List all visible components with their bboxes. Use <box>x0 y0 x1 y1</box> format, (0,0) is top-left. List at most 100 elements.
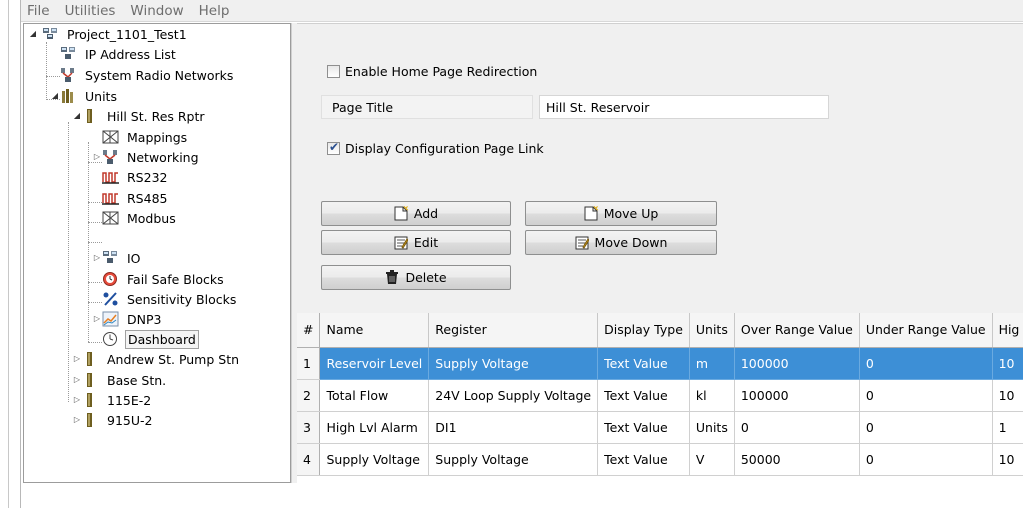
row-number-cell[interactable]: 4 <box>297 443 321 476</box>
expand-toggle-icon[interactable]: ▷ <box>72 375 82 385</box>
row-number-cell[interactable]: 2 <box>297 379 321 412</box>
column-header[interactable]: Register <box>428 313 599 348</box>
expand-toggle-icon[interactable]: ▷ <box>92 152 102 162</box>
tree-item-dnp3[interactable]: DNP3 <box>102 309 163 329</box>
table-cell[interactable]: 0 <box>859 443 993 476</box>
trash-icon <box>385 270 399 285</box>
table-cell[interactable]: kl <box>689 379 735 412</box>
table-cell[interactable]: 1 <box>992 411 1023 444</box>
page-title-input[interactable] <box>539 95 829 119</box>
expand-toggle-icon[interactable]: ◢ <box>28 29 38 39</box>
table-cell[interactable]: 0 <box>859 379 993 412</box>
unit-icon <box>82 108 100 124</box>
expand-toggle-icon[interactable]: ▷ <box>72 354 82 364</box>
menu-window[interactable]: Window <box>130 3 183 19</box>
tree-item-io[interactable]: IO <box>102 248 143 268</box>
delete-button[interactable]: Delete <box>321 265 511 290</box>
tree-item-project[interactable]: Project_1101_Test1 <box>42 24 189 44</box>
table-cell[interactable]: Reservoir Level <box>319 347 430 380</box>
tree-item-hill-st-res-rptr[interactable]: Hill St. Res Rptr <box>82 106 207 126</box>
table-cell[interactable]: 50000 <box>734 443 860 476</box>
serial-port-icon <box>102 169 120 185</box>
table-cell[interactable]: Text Value <box>597 379 690 412</box>
column-header[interactable]: Hig <box>992 313 1023 348</box>
tree-item-andrew-st-pump-stn[interactable]: Andrew St. Pump Stn <box>82 349 241 369</box>
table-cell[interactable]: V <box>689 443 735 476</box>
table-row[interactable]: 3 High Lvl Alarm DI1 Text Value Units 0 … <box>297 411 1023 444</box>
tree-item-units[interactable]: Units <box>60 86 119 106</box>
tree-item-dashboard[interactable]: Dashboard <box>102 329 199 349</box>
tree-item-rs485[interactable]: RS485 <box>102 188 169 208</box>
table-cell[interactable]: High Lvl Alarm <box>319 411 430 444</box>
row-number-cell[interactable]: 1 <box>297 347 321 380</box>
tree-item-label: Base Stn. <box>107 372 167 388</box>
table-cell[interactable]: 10 <box>992 347 1023 380</box>
column-header[interactable]: Units <box>689 313 735 348</box>
table-row[interactable]: 1 Reservoir Level Supply Voltage Text Va… <box>297 347 1023 380</box>
column-header[interactable]: Name <box>319 313 430 348</box>
table-cell[interactable]: Supply Voltage <box>428 347 599 380</box>
tree-item-label: Project_1101_Test1 <box>67 26 187 42</box>
table-cell[interactable]: 0 <box>859 411 993 444</box>
fail-safe-icon <box>102 271 120 287</box>
column-header[interactable]: Under Range Value <box>859 313 993 348</box>
table-cell[interactable]: Text Value <box>597 443 690 476</box>
tree-item-networking[interactable]: Networking <box>102 147 201 167</box>
tree-item-label: Dashboard <box>125 329 199 349</box>
table-row[interactable]: 2 Total Flow 24V Loop Supply Voltage Tex… <box>297 379 1023 412</box>
tree-item-base-stn[interactable]: Base Stn. <box>82 370 168 390</box>
table-cell[interactable]: 24V Loop Supply Voltage <box>428 379 599 412</box>
tree-item-fail-safe-blocks[interactable]: Fail Safe Blocks <box>102 269 226 289</box>
table-cell[interactable]: m <box>689 347 735 380</box>
table-cell[interactable]: Units <box>689 411 735 444</box>
menu-file[interactable]: File <box>27 3 50 19</box>
table-cell[interactable]: 0 <box>859 347 993 380</box>
table-cell[interactable]: 0 <box>734 411 860 444</box>
menu-help[interactable]: Help <box>199 3 230 19</box>
expand-toggle-icon[interactable]: ▷ <box>72 415 82 425</box>
table-cell[interactable]: 10 <box>992 379 1023 412</box>
tree-item-915u-2[interactable]: 915U-2 <box>82 410 154 430</box>
table-cell[interactable]: Total Flow <box>319 379 430 412</box>
expand-toggle-icon[interactable]: ▷ <box>92 253 102 263</box>
tree-item-label: Sensitivity Blocks <box>127 291 237 307</box>
column-header[interactable]: Display Type <box>597 313 690 348</box>
checkbox-box[interactable] <box>327 65 340 78</box>
display-configuration-page-link-checkbox[interactable]: Display Configuration Page Link <box>327 140 544 156</box>
tree-item-ip-address-list[interactable]: IP Address List <box>60 44 178 64</box>
row-number-cell[interactable]: 3 <box>297 411 321 444</box>
dashboard-items-grid[interactable]: # Name Register Display Type Units Over … <box>297 313 1023 484</box>
edit-button[interactable]: Edit <box>321 230 511 255</box>
project-tree[interactable]: ◢ Project_1101_Test1 IP Address List Sys… <box>23 23 291 483</box>
tree-item-rs232[interactable]: RS232 <box>102 167 169 187</box>
move-down-button[interactable]: Move Down <box>525 230 717 255</box>
table-cell[interactable]: Supply Voltage <box>428 443 599 476</box>
dnp3-icon <box>102 311 120 327</box>
column-header[interactable]: # <box>297 313 321 348</box>
table-cell[interactable]: 100000 <box>734 379 860 412</box>
table-cell[interactable]: Text Value <box>597 411 690 444</box>
expand-toggle-icon[interactable]: ▷ <box>72 395 82 405</box>
table-cell[interactable]: 100000 <box>734 347 860 380</box>
page-title-label: Page Title <box>321 95 533 119</box>
expand-toggle-icon[interactable]: ◢ <box>50 91 60 101</box>
checkbox-box[interactable] <box>327 140 340 155</box>
table-cell[interactable]: Text Value <box>597 347 690 380</box>
table-cell[interactable]: 10 <box>992 443 1023 476</box>
tree-item-115e-2[interactable]: 115E-2 <box>82 390 153 410</box>
add-button[interactable]: Add <box>321 201 511 226</box>
menu-utilities[interactable]: Utilities <box>65 3 116 19</box>
table-cell[interactable]: DI1 <box>428 411 599 444</box>
move-up-button[interactable]: Move Up <box>525 201 717 226</box>
table-cell[interactable]: Supply Voltage <box>319 443 430 476</box>
expand-toggle-icon[interactable]: ▷ <box>92 314 102 324</box>
tree-item-label: IP Address List <box>85 46 176 62</box>
column-header[interactable]: Over Range Value <box>734 313 860 348</box>
tree-item-modbus[interactable]: Modbus <box>102 208 178 228</box>
tree-item-system-radio-networks[interactable]: System Radio Networks <box>60 65 235 85</box>
tree-item-mappings[interactable]: Mappings <box>102 127 189 147</box>
table-row[interactable]: 4 Supply Voltage Supply Voltage Text Val… <box>297 443 1023 476</box>
expand-toggle-icon[interactable]: ◢ <box>72 111 82 121</box>
enable-home-page-redirection-checkbox[interactable]: Enable Home Page Redirection <box>327 64 537 79</box>
tree-item-sensitivity-blocks[interactable]: Sensitivity Blocks <box>102 289 238 309</box>
